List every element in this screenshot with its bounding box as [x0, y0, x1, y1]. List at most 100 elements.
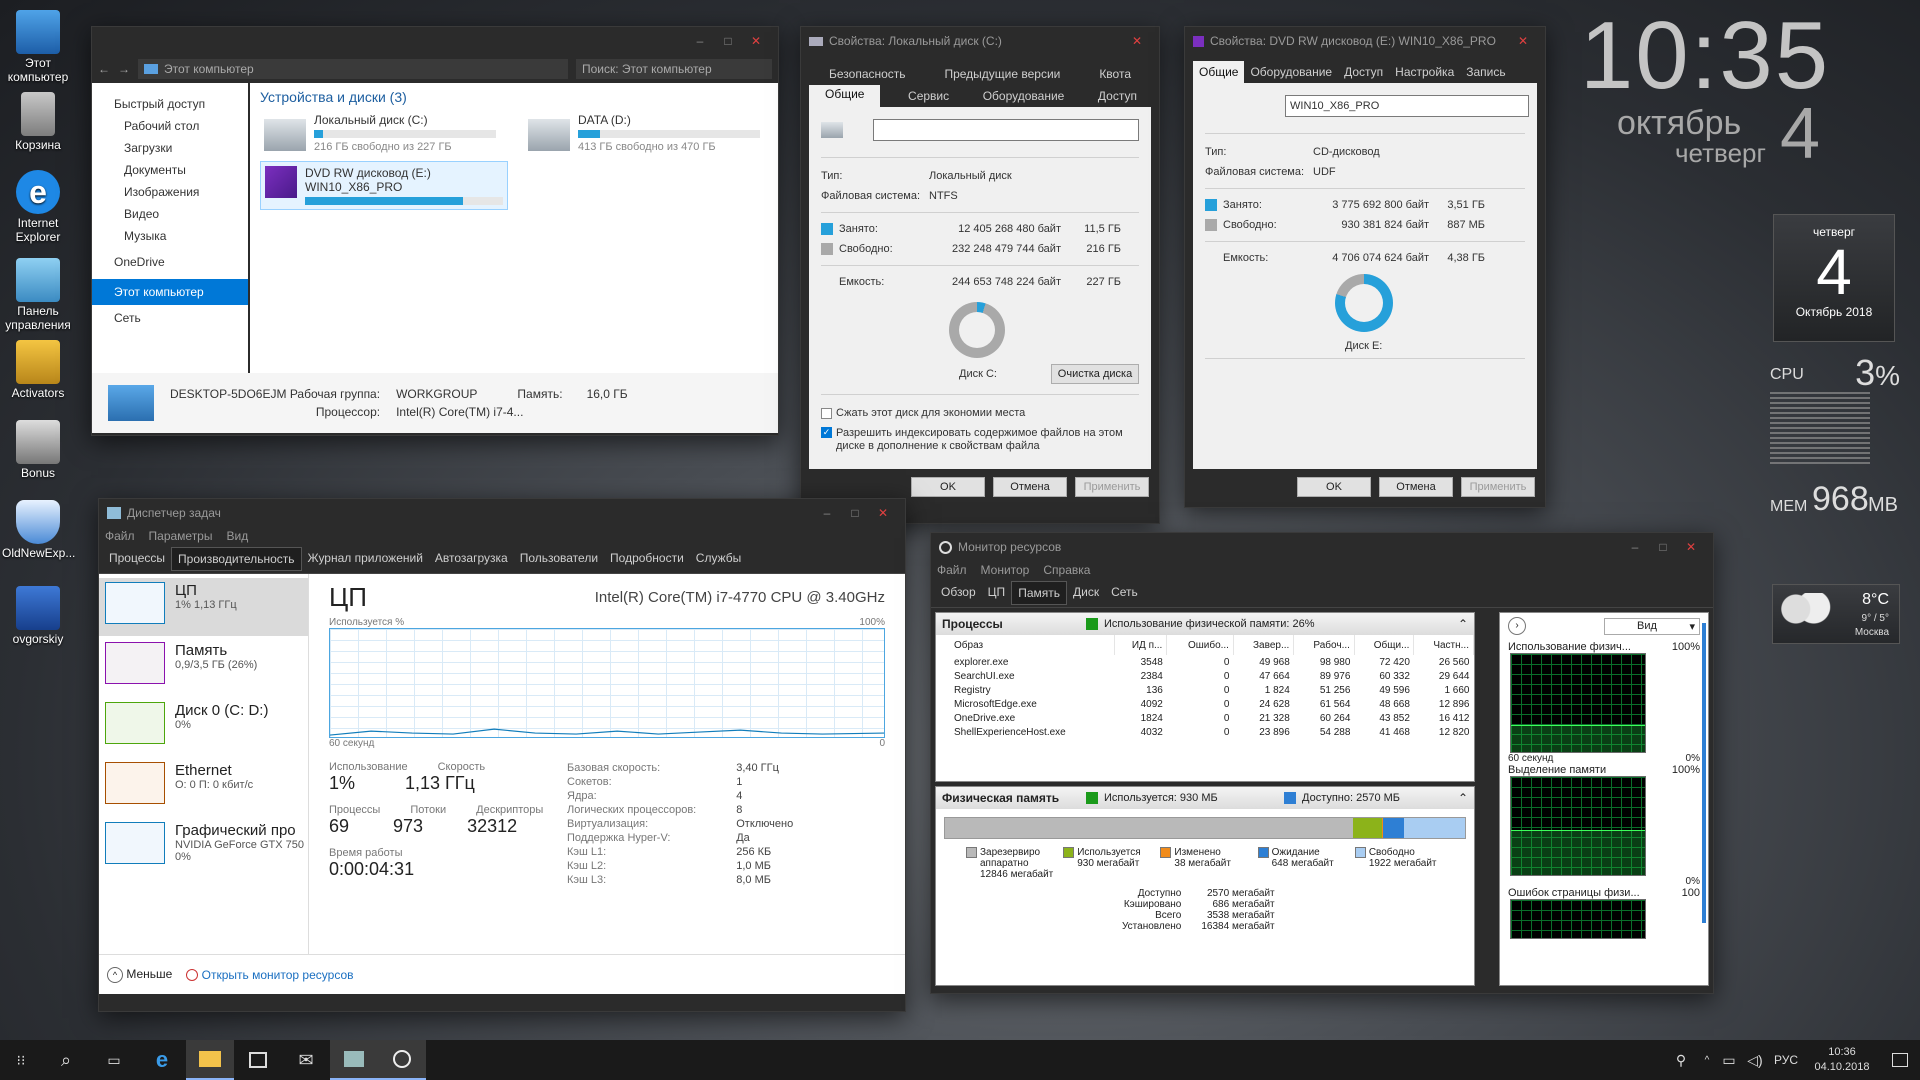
tab-sharing[interactable]: Доступ [1092, 85, 1143, 107]
cancel-button[interactable]: Отмена [1379, 477, 1453, 497]
drive-c[interactable]: Локальный диск (C:) 216 ГБ свободно из 22… [260, 111, 500, 155]
table-row[interactable]: ShellExperienceHost.exe 4032 0 23 896 54 288… [936, 725, 1474, 739]
maximize-button[interactable]: □ [714, 34, 742, 48]
start-button[interactable]: ⁝⁝ [0, 1040, 42, 1080]
nav-this-pc[interactable]: Этот компьютер [92, 279, 248, 305]
minimize-button[interactable]: – [1621, 540, 1649, 554]
chevron-up-icon[interactable]: ⌃ [1458, 791, 1468, 805]
desktop-icon-activators[interactable]: Activators [2, 340, 74, 400]
maximize-button[interactable]: □ [841, 506, 869, 520]
cancel-button[interactable]: Отмена [993, 477, 1067, 497]
tab-general[interactable]: Общие [809, 85, 881, 107]
close-button[interactable]: ✕ [869, 506, 897, 520]
volume-label-input[interactable] [873, 119, 1139, 141]
compress-checkbox[interactable]: Сжать этот диск для экономии места [821, 407, 1139, 419]
tab-details[interactable]: Подробности [604, 547, 690, 571]
ok-button[interactable]: OK [911, 477, 985, 497]
tab-performance[interactable]: Производительность [171, 547, 302, 571]
taskbar-resource-monitor[interactable] [378, 1040, 426, 1080]
minimize-button[interactable]: – [686, 34, 714, 48]
close-button[interactable]: ✕ [1677, 540, 1705, 554]
table-row[interactable]: SearchUI.exe 2384 0 47 664 89 976 60 332 29 64… [936, 669, 1474, 683]
desktop-icon-oldnewexp[interactable]: OldNewExp... [2, 500, 75, 560]
tab-network[interactable]: Сеть [1105, 581, 1144, 605]
taskbar-edge[interactable]: e [138, 1040, 186, 1080]
nav-music[interactable]: Музыка [92, 225, 248, 247]
ok-button[interactable]: OK [1297, 477, 1371, 497]
table-row[interactable]: explorer.exe 3548 0 49 968 98 980 72 420 26 56… [936, 655, 1474, 669]
table-row[interactable]: MicrosoftEdge.exe 4092 0 24 628 61 564 48 668… [936, 697, 1474, 711]
drive-e[interactable]: DVD RW дисковод (E:) WIN10_X86_PRO [260, 161, 508, 210]
forward-arrow-icon[interactable]: → [118, 62, 130, 76]
tab-cpu[interactable]: ЦП [982, 581, 1012, 605]
volume-label-input[interactable]: WIN10_X86_PRO [1285, 95, 1529, 117]
column-header[interactable]: Ошибо... [1166, 635, 1234, 655]
desktop-icon-recycle-bin[interactable]: Корзина [2, 92, 74, 152]
people-button[interactable]: ⚲ [1664, 1040, 1698, 1080]
column-header[interactable]: ИД п... [1114, 635, 1168, 655]
nav-videos[interactable]: Видео [92, 203, 248, 225]
network-tray[interactable]: ▭ [1716, 1040, 1742, 1080]
perf-item-disk[interactable]: Диск 0 (C: D:) 0% [99, 696, 308, 756]
tab-previous-versions[interactable]: Предыдущие версии [938, 63, 1066, 85]
close-button[interactable]: ✕ [742, 34, 770, 48]
tab-quota[interactable]: Квота [1093, 63, 1137, 85]
desktop-icon-ovgorskiy[interactable]: ovgorskiy [2, 586, 74, 646]
section-header[interactable]: Устройства и диски (3) [260, 89, 768, 105]
column-header[interactable]: Общи... [1354, 635, 1415, 655]
index-checkbox[interactable]: ✓ Разрешить индексировать содержимое файл… [821, 427, 1139, 453]
table-row[interactable]: OneDrive.exe 1824 0 21 328 60 264 43 852 16 41… [936, 711, 1474, 725]
column-header[interactable]: Частн... [1413, 635, 1474, 655]
tab-sharing[interactable]: Доступ [1338, 61, 1389, 83]
close-button[interactable]: ✕ [1123, 34, 1151, 48]
column-header[interactable]: Завер... [1233, 635, 1295, 655]
close-button[interactable]: ✕ [1509, 34, 1537, 48]
menu-view[interactable]: Вид [226, 529, 248, 543]
open-resource-monitor-link[interactable]: Открыть монитор ресурсов [186, 968, 354, 982]
tab-customize[interactable]: Настройка [1389, 61, 1460, 83]
perf-item-gpu[interactable]: Графический про NVIDIA GeForce GTX 750 0% [99, 816, 308, 876]
tab-tools[interactable]: Сервис [902, 85, 955, 107]
maximize-button[interactable]: □ [1649, 540, 1677, 554]
menu-monitor[interactable]: Монитор [981, 563, 1030, 577]
menu-file[interactable]: Файл [937, 563, 967, 577]
perf-item-ethernet[interactable]: Ethernet О: 0 П: 0 кбит/с [99, 756, 308, 816]
nav-quick-access[interactable]: Быстрый доступ [92, 93, 248, 115]
tab-startup[interactable]: Автозагрузка [429, 547, 514, 571]
perf-item-memory[interactable]: Память 0,9/3,5 ГБ (26%) [99, 636, 308, 696]
drive-d[interactable]: DATA (D:) 413 ГБ свободно из 470 ГБ [524, 111, 764, 155]
minimize-button[interactable]: – [813, 506, 841, 520]
task-view-button[interactable]: ▭ [90, 1040, 138, 1080]
nav-onedrive[interactable]: OneDrive [92, 247, 248, 273]
show-hidden-icons[interactable]: ^ [1698, 1040, 1716, 1080]
menu-file[interactable]: Файл [105, 529, 135, 543]
tab-users[interactable]: Пользователи [514, 547, 604, 571]
collapse-graphs-icon[interactable]: › [1508, 617, 1526, 635]
fewer-details-button[interactable]: ^ Меньше [107, 966, 172, 983]
desktop-icon-ie[interactable]: e Internet Explorer [2, 170, 74, 244]
tab-app-history[interactable]: Журнал приложений [302, 547, 429, 571]
tab-security[interactable]: Безопасность [823, 63, 912, 85]
volume-tray[interactable]: ◁) [1742, 1040, 1768, 1080]
tab-hardware[interactable]: Оборудование [1244, 61, 1338, 83]
tab-services[interactable]: Службы [690, 547, 747, 571]
back-arrow-icon[interactable]: ← [98, 62, 110, 76]
apply-button[interactable]: Применить [1461, 477, 1535, 497]
taskbar-explorer[interactable] [186, 1040, 234, 1080]
taskbar-task-manager[interactable] [330, 1040, 378, 1080]
column-header[interactable]: Образ [936, 635, 1115, 655]
physical-memory-panel-header[interactable]: Физическая память Используется: 930 МБ Дос… [936, 787, 1474, 809]
disk-cleanup-button[interactable]: Очистка диска [1051, 364, 1139, 384]
tab-general[interactable]: Общие [1193, 61, 1245, 83]
tab-overview[interactable]: Обзор [935, 581, 982, 605]
tab-hardware[interactable]: Оборудование [977, 85, 1071, 107]
address-field[interactable]: Этот компьютер [138, 59, 568, 79]
menu-help[interactable]: Справка [1043, 563, 1090, 577]
tab-processes[interactable]: Процессы [103, 547, 171, 571]
graphs-scrollbar[interactable] [1702, 623, 1706, 923]
column-header[interactable]: Рабоч... [1293, 635, 1355, 655]
nav-network[interactable]: Сеть [92, 305, 248, 329]
menu-options[interactable]: Параметры [149, 529, 213, 543]
desktop-icon-bonus[interactable]: Bonus [2, 420, 74, 480]
perf-item-cpu[interactable]: ЦП 1% 1,13 ГГц [99, 578, 308, 636]
